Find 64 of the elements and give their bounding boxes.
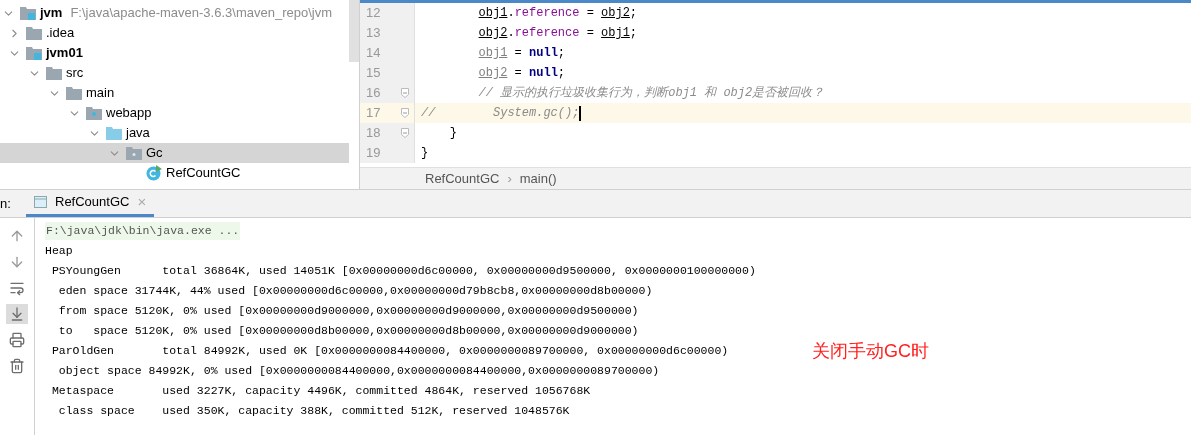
console-line: to space 5120K, 0% used [0x00000000d8b00000,0x00000000d8b00000,0x00000000d9000000) xyxy=(57,323,639,340)
line-number: 15 xyxy=(360,63,415,83)
tree-label: main xyxy=(86,84,115,103)
scrollbar[interactable] xyxy=(349,0,359,62)
console-line: eden space 31744K, 44% used [0x00000000d6c00000,0x00000000d79b8cb8,0x00000000d8b00000) xyxy=(57,283,653,300)
code-text: } xyxy=(448,125,458,142)
source-folder-icon xyxy=(106,126,122,140)
code-text: obj1 = null; xyxy=(477,45,567,62)
annotation-text: 关闭手动GC时 xyxy=(812,340,929,363)
module-folder-icon xyxy=(26,46,42,60)
module-folder-icon xyxy=(20,6,36,20)
console-icon xyxy=(34,196,47,208)
console-line: class space used 350K, capacity 388K, committed 512K, reserved 1048576K xyxy=(57,403,570,420)
line-number: 18 xyxy=(360,123,415,143)
tree-label: java xyxy=(126,124,150,143)
tree-label: Gc xyxy=(146,144,163,163)
breadcrumb-link[interactable]: RefCountGC xyxy=(425,168,500,189)
tree-label: .idea xyxy=(46,24,75,43)
folder-icon xyxy=(26,26,42,40)
tree-item[interactable]: main xyxy=(0,83,349,103)
fold-marker-icon[interactable] xyxy=(401,108,409,118)
line-number: 12 xyxy=(360,3,415,23)
folder-icon xyxy=(46,66,62,80)
code-text: obj1.reference = obj2; xyxy=(477,5,639,22)
tree-label: jvm01 xyxy=(46,44,83,63)
console-line: PSYoungGen total 36864K, used 14051K [0x00000000d6c00000, 0x00000000d9500000, 0x0000000100000000) xyxy=(50,263,756,280)
web-folder-icon xyxy=(86,106,102,120)
code-text: // 显示的执行垃圾收集行为，判断obj1 和 obj2是否被回收？ xyxy=(477,85,826,102)
tree-path: F:\java\apache-maven-3.6.3\maven_repo\jvm xyxy=(70,4,332,23)
panel-label: n: xyxy=(0,194,12,213)
tree-item[interactable]: java xyxy=(0,123,349,143)
folder-icon xyxy=(66,86,82,100)
tree-item[interactable]: jvm01 xyxy=(0,43,349,63)
tree-item[interactable]: Gc xyxy=(0,143,349,163)
console-line: from space 5120K, 0% used [0x00000000d9000000,0x00000000d9000000,0x00000000d9500000) xyxy=(57,303,639,320)
fold-marker-icon[interactable] xyxy=(401,128,409,138)
code-text: obj2.reference = obj1; xyxy=(477,25,639,42)
console-line: object space 84992K, 0% used [0x0000000084400000,0x0000000084400000,0x0000000089700000) xyxy=(57,363,660,380)
console-line: Metaspace used 3227K, capacity 4496K, committed 4864K, reserved 1056768K xyxy=(50,383,591,400)
console-line: ParOldGen total 84992K, used 0K [0x0000000084400000, 0x0000000089700000, 0x00000000d6c00000) xyxy=(50,343,729,360)
tree-item[interactable]: webapp xyxy=(0,103,349,123)
tree-label: jvm xyxy=(40,4,63,23)
tree-label: webapp xyxy=(106,104,152,123)
line-number: 13 xyxy=(360,23,415,43)
tree-item[interactable]: .idea xyxy=(0,23,349,43)
tree-item[interactable]: jvm F:\java\apache-maven-3.6.3\maven_repo\jvm xyxy=(0,3,349,23)
line-number: 16 xyxy=(360,83,415,103)
breadcrumb-separator: › xyxy=(507,169,512,188)
console-line: Heap xyxy=(45,243,73,260)
tree-label: src xyxy=(66,64,84,83)
code-text: obj2 = null; xyxy=(477,65,567,82)
breadcrumb-link[interactable]: main() xyxy=(519,168,557,189)
line-number: 14 xyxy=(360,43,415,63)
package-folder-icon xyxy=(126,146,142,160)
line-number: 17 xyxy=(360,103,415,123)
code-text: // System.gc(); xyxy=(421,103,1191,123)
run-tab[interactable]: RefCountGC × xyxy=(26,190,155,217)
code-text: } xyxy=(421,145,430,162)
line-number: 19 xyxy=(360,143,415,163)
tree-item[interactable]: RefCountGC xyxy=(0,163,349,183)
tree-label: RefCountGC xyxy=(166,164,241,183)
class-icon xyxy=(146,165,162,181)
fold-marker-icon[interactable] xyxy=(401,88,409,98)
tree-item[interactable]: src xyxy=(0,63,349,83)
